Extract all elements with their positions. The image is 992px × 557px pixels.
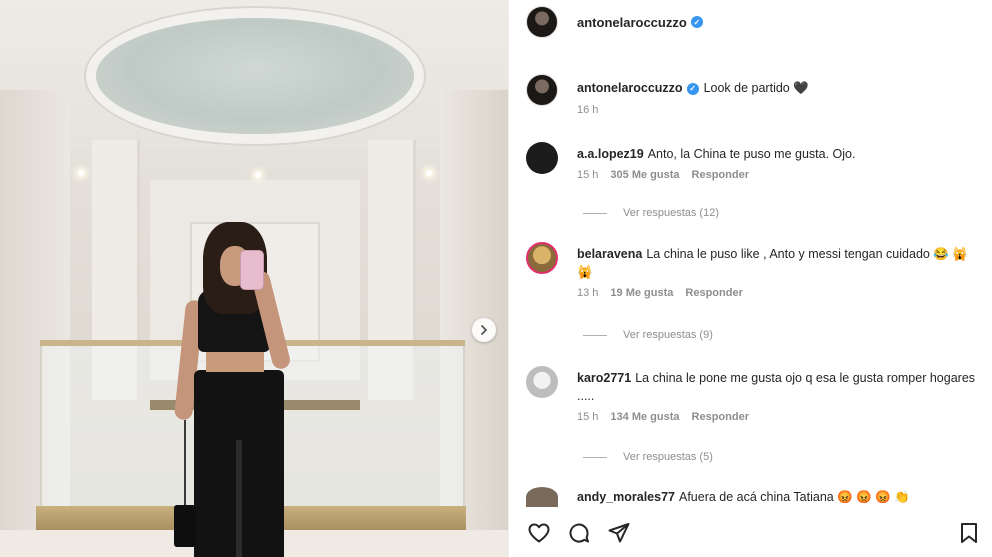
view-replies-label: Ver respuestas (12) [623,207,719,219]
verified-badge-icon: ✓ [686,82,699,95]
replies-divider [583,334,607,336]
verified-badge-icon: ✓ [690,16,703,28]
comment-likes[interactable]: 19 Me gusta [610,287,673,299]
post-action-bar [525,518,992,548]
save-button[interactable] [955,519,983,547]
post-details-panel: antonelaroccuzzo ✓ antonelaroccuzzo ✓ Look… [508,0,992,557]
comment-avatar[interactable] [526,366,558,398]
comment-avatar[interactable] [526,142,558,174]
view-replies-label: Ver respuestas (9) [623,329,713,341]
author-avatar[interactable] [526,6,558,38]
reply-button[interactable]: Responder [692,169,749,181]
author-username[interactable]: antonelaroccuzzo [577,15,687,30]
photo-skylight [96,18,414,134]
comment-timestamp[interactable]: 15 h [577,411,598,423]
comment-avatar[interactable] [526,242,558,274]
comment-timestamp[interactable]: 15 h [577,169,598,181]
comment-button[interactable] [565,519,593,547]
chevron-right-icon [481,325,488,335]
comment-text: Anto, la China te puso me gusta. Ojo. [647,147,856,161]
photo-bag [174,505,196,547]
post-photo [0,0,508,557]
comment-likes[interactable]: 134 Me gusta [610,411,679,423]
replies-divider [583,212,607,214]
comment-item: belaravena La china le puso like , Anto y… [526,242,977,299]
caption-username[interactable]: antonelaroccuzzo [577,81,683,95]
photo-phone [240,250,264,290]
comment-item: andy_morales77 Afuera de acá china Tatian… [526,487,977,507]
comment-avatar[interactable] [526,487,558,507]
comment-username[interactable]: andy_morales77 [577,490,675,504]
comment-item: karo2771 La china le pone me gusta ojo q … [526,366,977,423]
caption-text: Look de partido 🖤 [703,81,809,95]
photo-light [426,170,432,176]
comment-username[interactable]: karo2771 [577,371,631,385]
comment-likes[interactable]: 305 Me gusta [610,169,679,181]
view-replies-button[interactable]: Ver respuestas (5) [583,451,713,463]
photo-person-pants-seam [236,440,242,557]
photo-light [255,172,261,178]
post-header: antonelaroccuzzo ✓ [509,0,992,44]
comment-icon [569,523,589,543]
comment-text: Afuera de acá china Tatiana 😡 😡 😡 👏 [678,490,910,504]
send-icon [608,523,630,543]
caption-avatar[interactable] [526,74,558,106]
like-button[interactable] [525,519,553,547]
bookmark-icon [961,523,977,543]
reply-button[interactable]: Responder [692,411,749,423]
post-caption: antonelaroccuzzo ✓ Look de partido 🖤 16 h [526,74,977,116]
heart-icon [528,523,550,543]
comment-timestamp[interactable]: 13 h [577,287,598,299]
reply-button[interactable]: Responder [685,287,742,299]
share-button[interactable] [605,519,633,547]
photo-bag-strap [184,420,186,510]
next-photo-button[interactable] [472,318,496,342]
comment-username[interactable]: a.a.lopez19 [577,147,644,161]
view-replies-button[interactable]: Ver respuestas (12) [583,207,719,219]
view-replies-label: Ver respuestas (5) [623,451,713,463]
photo-person-midriff [206,350,264,372]
comment-username[interactable]: belaravena [577,247,642,261]
comment-item: a.a.lopez19 Anto, la China te puso me gus… [526,142,977,181]
photo-light [78,170,84,176]
replies-divider [583,456,607,458]
comment-text: La china le pone me gusta ojo q esa le g… [577,371,976,403]
caption-timestamp[interactable]: 16 h [577,104,598,116]
view-replies-button[interactable]: Ver respuestas (9) [583,329,713,341]
